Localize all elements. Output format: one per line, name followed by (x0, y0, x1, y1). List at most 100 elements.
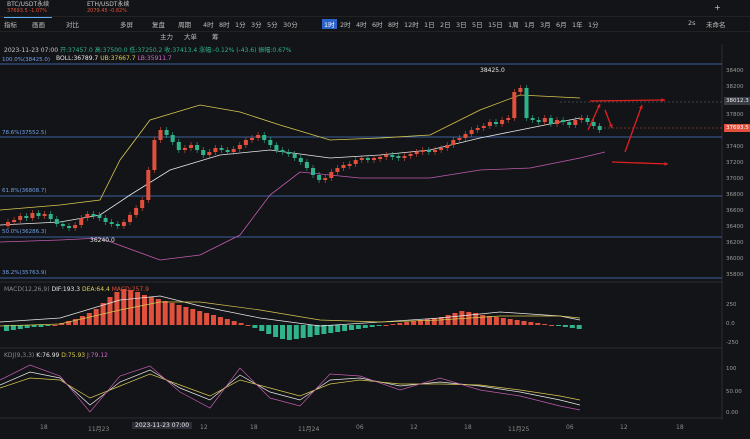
candle-body (42, 214, 47, 216)
fib-lines (0, 63, 722, 279)
candle-body (311, 168, 315, 175)
macd-bar (114, 292, 120, 325)
macd-bar (259, 325, 265, 331)
candle-body (408, 154, 413, 156)
macd-bar (45, 325, 51, 326)
fib-label-100: 100.0%(38425.0) (2, 57, 51, 63)
candle-body (457, 138, 462, 140)
price-tick: 36400 (726, 224, 744, 230)
candle-body (146, 170, 151, 200)
kdj-j: J:79.12 (87, 352, 108, 359)
macd-bar (404, 322, 410, 325)
kdj-tick: 100 (726, 366, 737, 372)
candle-body (548, 118, 553, 124)
candle-body (121, 222, 126, 226)
price-tick: 36600 (726, 208, 744, 214)
time-tick: 18 (676, 424, 684, 431)
macd-bar (293, 325, 299, 339)
candle-body (91, 214, 96, 216)
candle-body (140, 200, 145, 208)
candle-body (573, 120, 578, 125)
price-tick: 37800 (726, 112, 744, 118)
candle-body (237, 145, 242, 149)
candle-body (286, 152, 291, 154)
macd-bar (107, 297, 113, 325)
low-annotation: 36240.0 (90, 237, 115, 244)
macd-bar (528, 322, 534, 325)
candle-body (48, 214, 53, 219)
candle-body (182, 148, 187, 150)
macd-bar (162, 301, 168, 325)
macd-bar (224, 319, 230, 325)
macd-bar (521, 321, 527, 325)
kdj-d: D:75.93 (61, 352, 86, 359)
candle-body (579, 118, 584, 120)
candle-body (378, 157, 383, 159)
macd-bar (86, 313, 92, 325)
time-tick: 11月24 (298, 426, 320, 433)
candle-body (115, 224, 120, 226)
macd-bar (411, 321, 417, 325)
candle-body (170, 135, 175, 142)
macd-bar (231, 321, 237, 325)
macd-bar (300, 325, 306, 338)
candle-body (60, 224, 65, 226)
candle-body (396, 156, 401, 158)
kdj-j-line (0, 364, 581, 413)
arrow-line (624, 104, 643, 153)
candle-body (201, 150, 206, 155)
candle-body (335, 168, 340, 172)
macd-bar (266, 325, 272, 334)
candle-body (414, 152, 419, 154)
price-tick: 36800 (726, 192, 744, 198)
macd-bar (562, 325, 568, 327)
macd-bar (424, 319, 430, 325)
macd-tick: 0.0 (726, 321, 735, 327)
macd-bar (217, 317, 223, 325)
time-tick: 18 (40, 424, 48, 431)
time-tick: 11月23 (88, 426, 110, 433)
fib-label-50: 50.0%(36286.3) (2, 229, 47, 235)
macd-bar (335, 325, 341, 332)
macd-bar (349, 325, 354, 330)
candle-body (256, 135, 261, 138)
candle-body (542, 118, 547, 122)
time-tick: 11月25 (508, 426, 530, 433)
macd-bar (342, 325, 348, 331)
price-tick: 36000 (726, 256, 744, 262)
fib-label-786: 78.6%(37552.5) (2, 130, 47, 136)
candles (6, 85, 602, 231)
candle-body (536, 120, 541, 122)
candle-body (36, 213, 41, 216)
arrow-head (661, 98, 665, 102)
candle-body (567, 122, 572, 125)
time-tick: 06 (566, 424, 574, 431)
arrow-head (664, 161, 668, 166)
price-tick: 37200 (726, 160, 744, 166)
candle-body (73, 225, 78, 228)
macd-bar (362, 325, 368, 328)
chart-canvas[interactable] (0, 0, 750, 439)
candle-body (67, 226, 71, 228)
candle-body (176, 142, 181, 150)
time-tick: 18 (250, 424, 258, 431)
macd-bar (204, 313, 210, 325)
candle-body (469, 130, 474, 134)
candle-body (323, 178, 328, 180)
candle-body (152, 140, 157, 170)
high-annotation: 38425.0 (480, 67, 505, 74)
candle-body (262, 135, 267, 140)
candle-body (347, 164, 352, 166)
candle-body (18, 216, 23, 220)
price-tick: 35800 (726, 272, 744, 278)
kdj-d-line (0, 373, 581, 401)
candle-body (268, 140, 273, 145)
macd-bar (52, 325, 58, 326)
kdj-info: KDJ(9,3,3) K:76.99 D:75.93 J:79.12 (4, 352, 108, 359)
macd-value: MACD:257.9 (111, 286, 149, 293)
macd-bar (514, 320, 520, 325)
kdj-k-line (0, 369, 581, 406)
macd-dif: DIF:193.3 (51, 286, 81, 293)
macd-bar (328, 325, 334, 333)
candle-body (164, 130, 169, 135)
